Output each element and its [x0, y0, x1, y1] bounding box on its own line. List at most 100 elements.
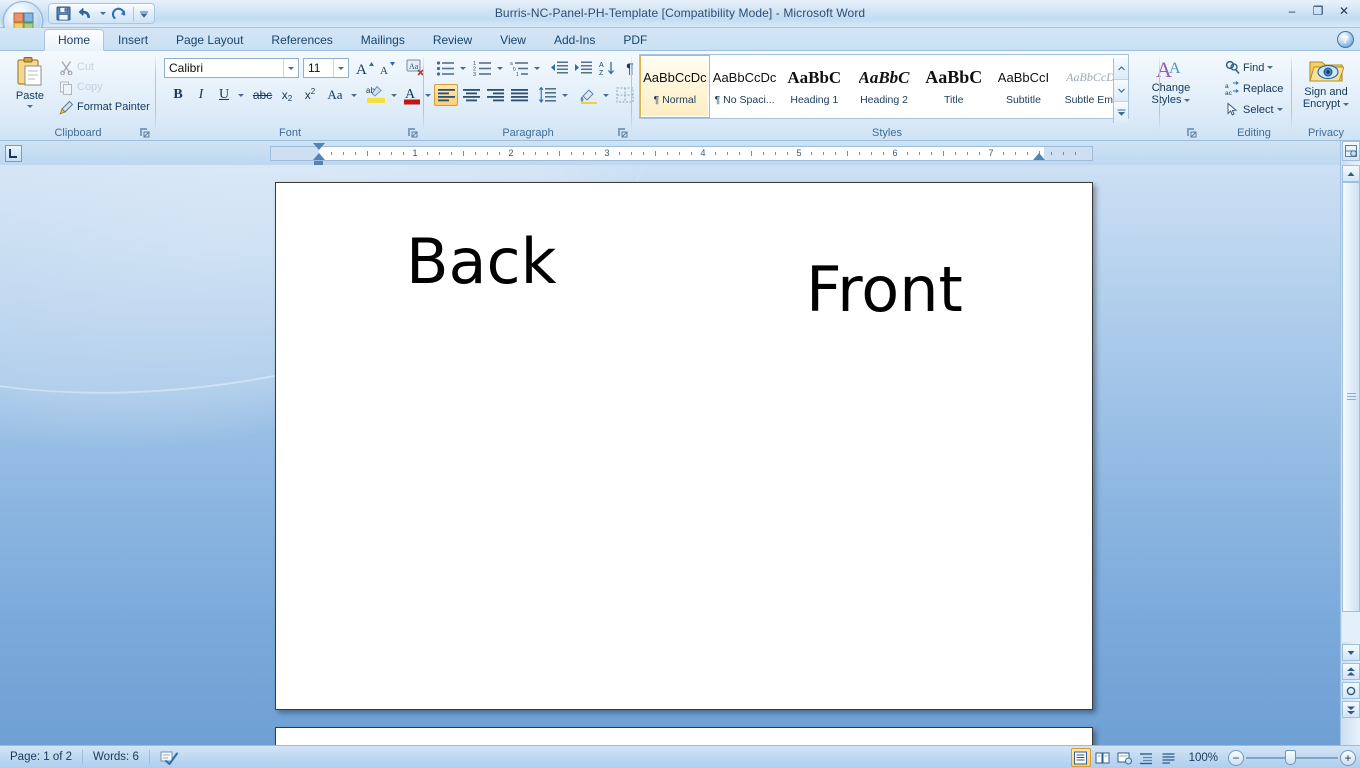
bullets-button[interactable] [434, 57, 457, 79]
shading-dropdown[interactable] [600, 84, 611, 106]
style-title[interactable]: AaBbC Title [919, 55, 989, 118]
previous-page-button[interactable] [1342, 663, 1360, 680]
bullets-dropdown[interactable] [457, 57, 468, 79]
shrink-font-button[interactable]: A [377, 57, 399, 79]
numbering-dropdown[interactable] [494, 57, 505, 79]
zoom-slider-thumb[interactable] [1285, 750, 1296, 765]
document-page-1[interactable]: Back Front [275, 182, 1093, 710]
page-indicator[interactable]: Page: 1 of 2 [0, 747, 82, 768]
subscript-button[interactable]: x2 [276, 84, 298, 106]
font-size-combobox[interactable]: 11 [303, 58, 349, 78]
shading-button[interactable] [576, 84, 600, 106]
select-browse-object-button[interactable] [1342, 682, 1360, 699]
zoom-level-label[interactable]: 100% [1181, 752, 1226, 764]
restore-button[interactable]: ❐ [1306, 2, 1330, 19]
view-web-layout-button[interactable] [1115, 748, 1135, 767]
word-count[interactable]: Words: 6 [83, 747, 149, 768]
tab-home[interactable]: Home [44, 29, 105, 51]
hanging-indent-marker[interactable] [313, 153, 325, 160]
tab-view[interactable]: View [486, 29, 540, 51]
sort-button[interactable]: A Z [596, 57, 618, 79]
first-line-indent-marker[interactable] [313, 143, 325, 150]
sign-and-encrypt-button[interactable]: Sign and Encrypt [1296, 55, 1356, 121]
copy-button[interactable]: Copy [56, 77, 154, 97]
paste-button[interactable]: Paste [8, 55, 52, 117]
align-right-button[interactable] [483, 84, 507, 106]
style-normal[interactable]: AaBbCcDc ¶ Normal [640, 55, 710, 118]
redo-button[interactable] [109, 5, 130, 23]
style-subtitle[interactable]: AaBbCcI Subtitle [989, 55, 1059, 118]
proofing-status-button[interactable] [150, 747, 188, 768]
text-highlight-button[interactable]: ab [363, 83, 388, 107]
font-name-dropdown[interactable] [283, 59, 298, 77]
cut-button[interactable]: Cut [56, 57, 154, 77]
undo-button[interactable] [75, 5, 96, 23]
vertical-scrollbar[interactable] [1340, 141, 1360, 745]
select-button[interactable]: Select [1222, 99, 1287, 120]
italic-button[interactable]: I [190, 84, 212, 106]
document-page-2[interactable] [275, 727, 1093, 745]
multilevel-list-dropdown[interactable] [531, 57, 542, 79]
scrollbar-thumb[interactable] [1342, 182, 1360, 612]
line-spacing-button[interactable] [535, 84, 559, 106]
grow-font-button[interactable]: A [353, 57, 376, 79]
styles-dialog-launcher[interactable] [1185, 126, 1197, 138]
change-case-button[interactable]: Aa [322, 84, 348, 106]
style-heading-2[interactable]: AaBbC Heading 2 [849, 55, 919, 118]
close-button[interactable]: ✕ [1332, 2, 1356, 19]
font-size-dropdown[interactable] [333, 59, 348, 77]
style-heading-1[interactable]: AaBbC Heading 1 [779, 55, 849, 118]
font-color-button[interactable]: A [401, 83, 423, 107]
align-center-button[interactable] [459, 84, 483, 106]
font-name-combobox[interactable]: Calibri [164, 58, 299, 78]
help-button[interactable]: ? [1337, 31, 1354, 48]
gallery-more[interactable] [1114, 102, 1128, 123]
style-no-spacing[interactable]: AaBbCcDc ¶ No Spaci... [710, 55, 780, 118]
highlight-dropdown[interactable] [388, 84, 399, 106]
view-print-layout-button[interactable] [1070, 748, 1091, 767]
find-button[interactable]: Find [1222, 57, 1287, 78]
decrease-indent-button[interactable] [548, 57, 571, 79]
replace-button[interactable]: a ac Replace [1222, 78, 1287, 99]
superscript-button[interactable]: x2 [299, 84, 321, 106]
tab-references[interactable]: References [257, 29, 346, 51]
underline-dropdown[interactable] [235, 84, 247, 106]
tab-page-layout[interactable]: Page Layout [162, 29, 257, 51]
zoom-slider[interactable] [1246, 748, 1338, 767]
tab-mailings[interactable]: Mailings [347, 29, 419, 51]
underline-button[interactable]: U [213, 84, 235, 106]
zoom-in-button[interactable]: + [1340, 749, 1356, 766]
format-painter-button[interactable]: Format Painter [56, 97, 154, 117]
font-dialog-launcher[interactable] [406, 126, 418, 138]
zoom-out-button[interactable]: − [1228, 749, 1244, 766]
split-window-button[interactable] [1342, 141, 1360, 161]
change-case-dropdown[interactable] [348, 84, 359, 106]
align-left-button[interactable] [434, 84, 458, 106]
tab-pdf[interactable]: PDF [609, 29, 661, 51]
line-spacing-dropdown[interactable] [559, 84, 570, 106]
increase-indent-button[interactable] [572, 57, 595, 79]
view-full-screen-reading-button[interactable] [1093, 748, 1113, 767]
save-button[interactable] [53, 5, 74, 23]
minimize-button[interactable]: – [1280, 2, 1304, 19]
tab-stop-selector[interactable] [5, 145, 22, 162]
clipboard-dialog-launcher[interactable] [138, 126, 150, 138]
view-outline-button[interactable] [1137, 748, 1157, 767]
bold-button[interactable]: B [167, 84, 189, 106]
paragraph-dialog-launcher[interactable] [616, 126, 628, 138]
borders-button[interactable] [614, 84, 636, 106]
document-canvas[interactable]: Back Front [0, 165, 1340, 745]
justify-button[interactable] [507, 84, 531, 106]
change-styles-button[interactable]: A A Change Styles [1145, 55, 1197, 121]
tab-insert[interactable]: Insert [104, 29, 162, 51]
numbering-button[interactable]: 1 2 3 [471, 57, 494, 79]
multilevel-list-button[interactable]: a b 1 [508, 57, 531, 79]
gallery-scroll-down[interactable] [1114, 80, 1128, 102]
customize-qat-button[interactable] [137, 5, 150, 23]
next-page-button[interactable] [1342, 701, 1360, 718]
tab-review[interactable]: Review [419, 29, 486, 51]
view-draft-button[interactable] [1159, 748, 1179, 767]
scroll-up-button[interactable] [1342, 165, 1360, 182]
tab-add-ins[interactable]: Add-Ins [540, 29, 609, 51]
right-indent-marker[interactable] [1033, 153, 1045, 160]
